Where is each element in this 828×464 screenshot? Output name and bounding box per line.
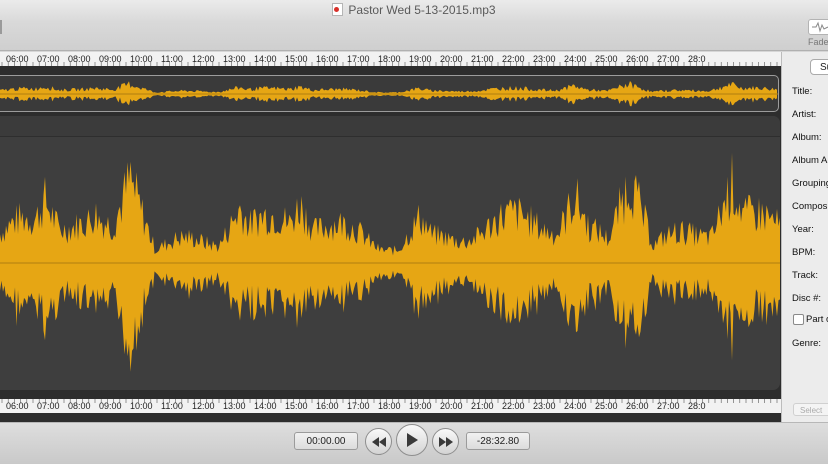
timeline-ruler-top[interactable]: 06:00 07:00 08:00 09:00 10:00 11:00 12:00 13:00… <box>0 52 781 66</box>
toolbar <box>0 22 828 51</box>
ruler-time-label: 17:00 <box>347 54 370 64</box>
ruler-time-label: 16:00 <box>316 401 339 411</box>
ruler-time-label: 06:00 <box>6 401 29 411</box>
ruler-time-label: 08:00 <box>68 401 91 411</box>
part-of-compilation-checkbox[interactable] <box>793 314 804 325</box>
ruler-time-label: 23:00 <box>533 401 556 411</box>
ruler-time-label: 16:00 <box>316 54 339 64</box>
waveform-shape <box>0 152 780 372</box>
grouping-field-label: Grouping <box>792 178 828 189</box>
ruler-time-label: 07:00 <box>37 401 60 411</box>
ruler-time-label: 21:00 <box>471 401 494 411</box>
select-button[interactable]: Select <box>793 403 828 416</box>
ruler-time-label: 13:00 <box>223 54 246 64</box>
ruler-time-label: 08:00 <box>68 54 91 64</box>
ruler-time-label: 12:00 <box>192 401 215 411</box>
ruler-time-label: 09:00 <box>99 401 122 411</box>
play-icon <box>407 433 418 447</box>
ruler-time-label: 07:00 <box>37 54 60 64</box>
overview-waveform-graphic <box>0 81 778 107</box>
disc-field-label: Disc #: <box>792 293 822 304</box>
toolbar-left-edge <box>0 20 2 34</box>
audio-file-icon <box>332 3 344 16</box>
ruler-time-label: 24:00 <box>564 401 587 411</box>
ruler-time-label: 18:00 <box>378 54 401 64</box>
year-field-label: Year: <box>792 224 814 235</box>
ruler-time-label: 11:00 <box>161 54 183 64</box>
genre-field-label: Genre: <box>792 338 822 349</box>
ruler-time-label: 27:00 <box>657 54 680 64</box>
ruler-time-label: 14:00 <box>254 54 277 64</box>
album-field-label: Album: <box>792 132 822 143</box>
ruler-time-label: 06:00 <box>6 54 29 64</box>
overview-waveform[interactable] <box>0 75 779 112</box>
sidebar-top-button[interactable]: Su <box>810 59 828 75</box>
ruler-time-label: 13:00 <box>223 401 246 411</box>
ruler-time-label: 20:00 <box>440 54 463 64</box>
ruler-time-label: 11:00 <box>161 401 183 411</box>
ruler-time-label: 28:0 <box>688 401 706 411</box>
ruler-time-label: 26:00 <box>626 401 649 411</box>
ruler-time-label: 26:00 <box>626 54 649 64</box>
ruler-time-label: 20:00 <box>440 401 463 411</box>
ruler-time-label: 25:00 <box>595 54 618 64</box>
fade-button[interactable] <box>808 19 828 35</box>
artist-field-label: Artist: <box>792 109 817 120</box>
ruler-time-label: 27:00 <box>657 401 680 411</box>
ruler-time-label: 22:00 <box>502 54 525 64</box>
window-title: Pastor Wed 5-13-2015.mp3 <box>0 3 828 17</box>
metadata-sidebar <box>781 52 828 422</box>
ruler-time-label: 24:00 <box>564 54 587 64</box>
ruler-time-label: 10:00 <box>130 54 153 64</box>
ruler-time-label: 10:00 <box>130 401 153 411</box>
title-field-label: Title: <box>792 86 813 97</box>
play-button[interactable] <box>396 424 428 456</box>
album-artist-field-label: Album A <box>792 155 828 166</box>
main-waveform-graphic <box>0 152 780 372</box>
main-waveform[interactable] <box>0 116 780 390</box>
ruler-time-label: 23:00 <box>533 54 556 64</box>
part-of-compilation-label: Part o <box>806 314 828 325</box>
current-time-display: 00:00.00 <box>294 432 358 450</box>
rewind-icon <box>371 436 386 447</box>
title-bar: Pastor Wed 5-13-2015.mp3 <box>0 0 828 22</box>
track-field-label: Track: <box>792 270 819 281</box>
fast-forward-button[interactable] <box>432 428 459 455</box>
composer-field-label: Compos <box>792 201 828 212</box>
fast-forward-icon <box>438 436 453 447</box>
fade-label: Fade <box>808 37 828 47</box>
ruler-time-label: 15:00 <box>285 401 308 411</box>
bpm-field-label: BPM: <box>792 247 816 258</box>
ruler-time-label: 14:00 <box>254 401 277 411</box>
ruler-time-label: 28:0 <box>688 54 706 64</box>
ruler-time-label: 09:00 <box>99 54 122 64</box>
rewind-button[interactable] <box>365 428 392 455</box>
ruler-time-label: 22:00 <box>502 401 525 411</box>
ruler-time-label: 15:00 <box>285 54 308 64</box>
ruler-time-label: 21:00 <box>471 54 494 64</box>
remaining-time-display: -28:32.80 <box>466 432 530 450</box>
ruler-time-label: 19:00 <box>409 54 432 64</box>
timeline-ruler-bottom[interactable]: 06:00 07:00 08:00 09:00 10:00 11:00 12:00 13:00… <box>0 399 781 413</box>
ruler-time-label: 17:00 <box>347 401 370 411</box>
fade-waveform-icon <box>812 21 828 33</box>
ruler-time-label: 25:00 <box>595 401 618 411</box>
ruler-time-label: 18:00 <box>378 401 401 411</box>
ruler-time-label: 19:00 <box>409 401 432 411</box>
ruler-time-label: 12:00 <box>192 54 215 64</box>
